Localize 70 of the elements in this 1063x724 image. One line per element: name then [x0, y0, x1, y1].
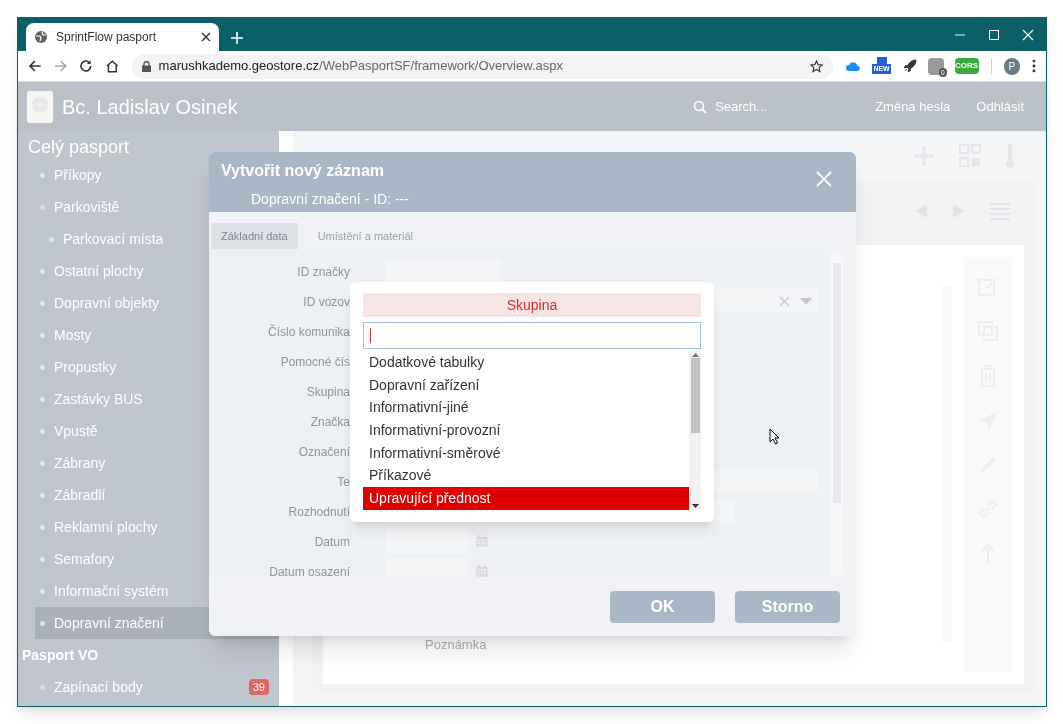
- field-label: ID značky: [297, 265, 350, 279]
- caret-icon[interactable]: [800, 297, 812, 305]
- search-field[interactable]: Search...: [715, 96, 866, 117]
- home-icon[interactable]: [104, 59, 120, 73]
- sidebar-item[interactable]: Vpustě: [18, 415, 279, 447]
- scroll-thumb[interactable]: [690, 358, 700, 433]
- section-title: Pasport VO: [21, 646, 100, 665]
- rocket-icon[interactable]: [902, 59, 917, 73]
- dropdown-option[interactable]: Dopravní zařízení: [363, 373, 689, 397]
- modal-title: Vytvořit nový záznam: [221, 161, 385, 181]
- logo-icon: [26, 89, 54, 124]
- maximize-icon[interactable]: [988, 28, 1000, 41]
- sidebar-item[interactable]: Zapínací body 39: [18, 671, 279, 703]
- url-text: marushkademo.geostore.cz/WebPasportSF/framework/Overview.aspx: [158, 57, 564, 76]
- sidebar-item[interactable]: Dopravní objekty: [18, 287, 279, 319]
- dropdown-option[interactable]: Dodatkové tabulky: [363, 351, 689, 374]
- tab[interactable]: Základní data: [211, 223, 298, 249]
- dropdown-option[interactable]: Upravující přednost: [363, 487, 689, 510]
- menu-icon[interactable]: [1032, 59, 1036, 73]
- dropdown-option[interactable]: Informativní-jiné: [363, 396, 689, 420]
- star-icon[interactable]: [809, 59, 823, 73]
- field-label: ID vozov: [303, 295, 350, 309]
- lock-icon: [141, 60, 151, 72]
- globe-icon: [34, 30, 48, 44]
- field-label: Datum: [314, 535, 350, 549]
- sidebar-item[interactable]: Reklamní plochy: [18, 511, 279, 543]
- dropdown-option[interactable]: Informativní-provozní: [363, 419, 689, 442]
- count-badge: 39: [248, 678, 269, 696]
- field-label: Rozhodnutí: [288, 505, 350, 519]
- address-bar[interactable]: marushkademo.geostore.cz/WebPasportSF/framework/Overview.aspx: [131, 53, 833, 79]
- dialog-button[interactable]: Storno: [735, 591, 840, 623]
- profile-avatar[interactable]: P: [1003, 57, 1021, 75]
- sidebar-item[interactable]: Zastávky BUS: [18, 383, 279, 415]
- note-label: Poznámka: [425, 635, 487, 654]
- field-label: Číslo komunika: [267, 325, 350, 339]
- sidebar-item[interactable]: Ostatní plochy: [18, 255, 279, 287]
- date-field[interactable]: [386, 529, 494, 553]
- header-link[interactable]: Odhlásit: [976, 96, 1024, 117]
- sidebar-item[interactable]: Propustky: [18, 351, 279, 383]
- section-title: Celý pasport: [27, 136, 131, 159]
- header-link[interactable]: Změna hesla: [875, 96, 951, 117]
- search-icon: [693, 99, 708, 114]
- browser-tab[interactable]: SprintFlow pasport: [26, 23, 219, 51]
- sidebar-item[interactable]: Zábrany: [18, 447, 279, 479]
- clear-icon[interactable]: [779, 295, 790, 307]
- new-tab-icon[interactable]: [231, 32, 243, 44]
- extension-icon[interactable]: CORS: [954, 58, 979, 74]
- dialog-button[interactable]: OK: [610, 591, 715, 623]
- field-label: Te: [337, 475, 350, 489]
- filter-field[interactable]: [363, 322, 701, 349]
- close-icon[interactable]: [201, 32, 211, 42]
- field-label: Skupina: [306, 385, 350, 399]
- dropdown-option[interactable]: Příkazové: [363, 464, 689, 488]
- dropdown-title: Skupina: [363, 293, 701, 317]
- sidebar-item[interactable]: Zábradlí: [18, 479, 279, 511]
- tab-title: SprintFlow pasport: [56, 29, 158, 46]
- field-label: Značka: [310, 415, 350, 429]
- calendar-icon[interactable]: [475, 565, 488, 577]
- modal-subtitle: Dopravní značení - ID: ---: [251, 190, 410, 209]
- user-name: Bc. Ladislav Osinek: [62, 94, 238, 120]
- cloud-icon[interactable]: [844, 60, 861, 72]
- field-label: Pomocné čís: [280, 355, 350, 369]
- cursor-icon: [769, 428, 780, 445]
- scroll-down-icon[interactable]: [691, 504, 699, 508]
- forward-icon[interactable]: [53, 59, 68, 73]
- field-label: Označení: [298, 445, 350, 459]
- calendar-icon[interactable]: [475, 535, 488, 547]
- back-icon[interactable]: [28, 59, 42, 73]
- dropdown-option[interactable]: Informativní-směrové: [363, 441, 689, 465]
- reload-icon[interactable]: [79, 59, 93, 73]
